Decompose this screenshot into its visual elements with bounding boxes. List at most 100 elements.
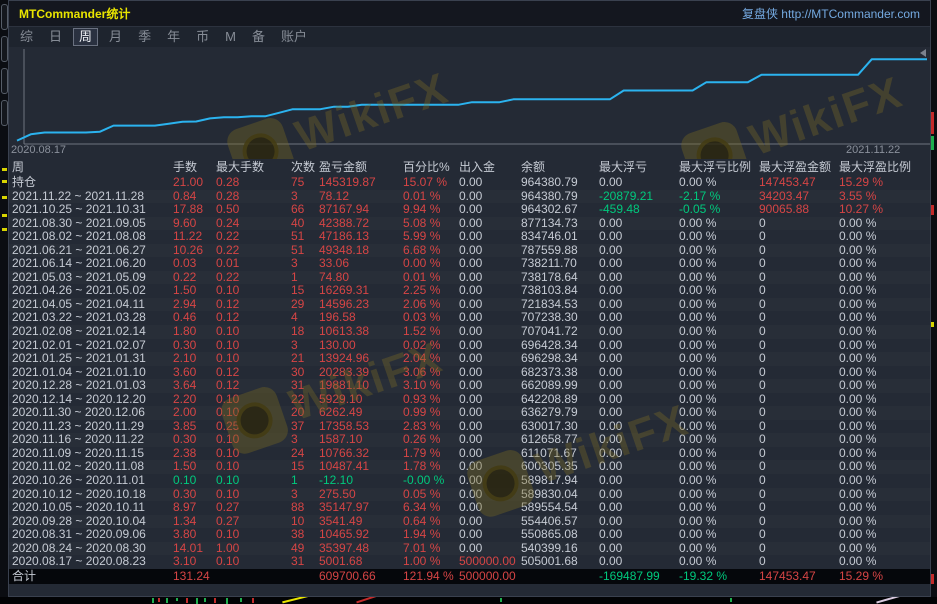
table-row[interactable]: 2020.09.28 ~ 2020.10.041.340.27103541.49… xyxy=(9,515,930,529)
table-cell: 145319.87 xyxy=(319,176,403,190)
table-cell: 0.00 % xyxy=(839,217,930,231)
table-row[interactable]: 2020.11.16 ~ 2020.11.220.300.1031587.100… xyxy=(9,433,930,447)
table-row[interactable]: 2020.12.14 ~ 2020.12.202.200.10225929.10… xyxy=(9,393,930,407)
header-cell: 最大浮盈比例 xyxy=(839,159,930,176)
table-row[interactable]: 2021.05.03 ~ 2021.05.090.220.22174.800.0… xyxy=(9,271,930,285)
menu-item-月[interactable]: 月 xyxy=(104,29,127,45)
table-cell: 3.80 xyxy=(173,528,216,542)
table-row[interactable]: 2021.11.22 ~ 2021.11.280.840.28378.120.0… xyxy=(9,190,930,204)
table-cell: 2021.08.02 ~ 2021.08.08 xyxy=(12,230,173,244)
table-row[interactable]: 2021.01.25 ~ 2021.01.312.100.102113924.9… xyxy=(9,352,930,366)
table-cell: 0.00 xyxy=(599,501,679,515)
menu-item-账户[interactable]: 账户 xyxy=(276,29,312,45)
table-cell: 51 xyxy=(291,244,319,258)
table-row[interactable]: 2020.08.24 ~ 2020.08.3014.011.004935397.… xyxy=(9,542,930,556)
x-axis-start-label: 2020.08.17 xyxy=(11,144,66,156)
table-cell: 0.10 xyxy=(216,433,291,447)
menu-item-M[interactable]: M xyxy=(220,29,241,45)
table-row[interactable]: 2020.11.23 ~ 2020.11.293.850.253717358.5… xyxy=(9,420,930,434)
table-row[interactable]: 2020.11.02 ~ 2020.11.081.500.101510487.4… xyxy=(9,460,930,474)
open-position-row[interactable]: 持仓21.000.2875145319.8715.07 %0.00964380.… xyxy=(9,176,930,190)
table-cell: 0 xyxy=(759,460,839,474)
table-row[interactable]: 2020.08.31 ~ 2020.09.063.800.103810465.9… xyxy=(9,528,930,542)
table-cell: 0.00 xyxy=(599,271,679,285)
table-cell: 3541.49 xyxy=(319,515,403,529)
table-cell: 0.00 xyxy=(599,298,679,312)
menu-item-周[interactable]: 周 xyxy=(73,28,98,46)
menu-item-年[interactable]: 年 xyxy=(162,29,185,45)
table-row[interactable]: 2021.02.01 ~ 2021.02.070.300.103130.000.… xyxy=(9,339,930,353)
table-cell: 2020.12.28 ~ 2021.01.03 xyxy=(12,379,173,393)
table-cell: 0.00 xyxy=(459,501,521,515)
table-cell: 0.30 xyxy=(173,339,216,353)
table-cell: 696298.34 xyxy=(521,352,599,366)
table-cell: 0.26 % xyxy=(403,433,459,447)
table-cell: 2021.03.22 ~ 2021.03.28 xyxy=(12,311,173,325)
table-cell: 0 xyxy=(759,298,839,312)
background-yellow-mark xyxy=(2,180,7,183)
scroll-left-arrow-icon[interactable] xyxy=(920,49,926,57)
table-row[interactable]: 2021.08.30 ~ 2021.09.059.600.244042388.7… xyxy=(9,217,930,231)
table-cell: 3.55 % xyxy=(839,190,930,204)
total-row[interactable]: 合计131.24609700.66121.94 %500000.00-16948… xyxy=(9,569,930,584)
table-cell: 0.00 xyxy=(459,366,521,380)
table-row[interactable]: 2020.10.26 ~ 2020.11.010.100.101-12.10-0… xyxy=(9,474,930,488)
table-row[interactable]: 2021.06.14 ~ 2021.06.200.030.01333.060.0… xyxy=(9,257,930,271)
table-cell: 0.00 % xyxy=(679,406,759,420)
table-cell: 0.00 xyxy=(459,284,521,298)
table-row[interactable]: 2021.03.22 ~ 2021.03.280.460.124196.580.… xyxy=(9,311,930,325)
table-row[interactable]: 2021.04.26 ~ 2021.05.021.500.101516269.3… xyxy=(9,284,930,298)
table-cell: 5.99 % xyxy=(403,230,459,244)
table-row[interactable]: 2021.06.21 ~ 2021.06.2710.260.225149348.… xyxy=(9,244,930,258)
table-cell: 15 xyxy=(291,460,319,474)
table-cell: 51 xyxy=(291,230,319,244)
table-cell: 6.68 % xyxy=(403,244,459,258)
table-row[interactable]: 2021.10.25 ~ 2021.10.3117.880.506687167.… xyxy=(9,203,930,217)
table-cell: 612658.77 xyxy=(521,433,599,447)
background-app-left-edge xyxy=(0,0,8,597)
table-row[interactable]: 2021.02.08 ~ 2021.02.141.800.101810613.3… xyxy=(9,325,930,339)
table-cell: 6.34 % xyxy=(403,501,459,515)
table-cell: 0 xyxy=(759,339,839,353)
table-cell: 196.58 xyxy=(319,311,403,325)
header-cell: 最大手数 xyxy=(216,159,291,176)
table-cell: 5001.68 xyxy=(319,555,403,569)
menu-item-备[interactable]: 备 xyxy=(247,29,270,45)
table-cell: 0 xyxy=(759,257,839,271)
table-cell: 0 xyxy=(759,352,839,366)
table-row[interactable]: 2021.08.02 ~ 2021.08.0811.220.225147186.… xyxy=(9,230,930,244)
table-cell: 0.00 xyxy=(599,528,679,542)
table-row[interactable]: 2021.01.04 ~ 2021.01.103.600.123020283.3… xyxy=(9,366,930,380)
table-cell: 1.79 % xyxy=(403,447,459,461)
table-cell: 0 xyxy=(759,488,839,502)
table-cell: 1 xyxy=(291,474,319,488)
table-cell: 0.00 % xyxy=(839,311,930,325)
table-cell: 2020.08.31 ~ 2020.09.06 xyxy=(12,528,173,542)
table-cell: 75 xyxy=(291,176,319,190)
table-row[interactable]: 2020.10.05 ~ 2020.10.118.970.278835147.9… xyxy=(9,501,930,515)
table-cell: 611071.67 xyxy=(521,447,599,461)
table-cell: 21.00 xyxy=(173,176,216,190)
table-row[interactable]: 2020.11.09 ~ 2020.11.152.380.102410766.3… xyxy=(9,447,930,461)
table-cell: 0.00 % xyxy=(839,230,930,244)
stats-window: MTCommander统计 复盘侠 http://MTCommander.com… xyxy=(8,0,931,597)
table-row[interactable]: 2021.04.05 ~ 2021.04.112.940.122914596.2… xyxy=(9,298,930,312)
brand-link[interactable]: 复盘侠 http://MTCommander.com xyxy=(742,5,920,22)
table-cell: 3.64 xyxy=(173,379,216,393)
table-cell: 0.24 xyxy=(216,217,291,231)
menu-item-综[interactable]: 综 xyxy=(15,29,38,45)
menu-item-日[interactable]: 日 xyxy=(44,29,67,45)
table-row[interactable]: 2020.10.12 ~ 2020.10.180.300.103275.500.… xyxy=(9,488,930,502)
table-cell: 0.00 xyxy=(459,420,521,434)
table-cell: 0.93 % xyxy=(403,393,459,407)
table-cell: 131.24 xyxy=(173,569,216,584)
table-cell: 0.00 xyxy=(459,176,521,190)
menu-item-季[interactable]: 季 xyxy=(133,29,156,45)
table-cell: 0.00 % xyxy=(679,474,759,488)
table-row[interactable]: 2020.08.17 ~ 2020.08.233.100.10315001.68… xyxy=(9,555,930,569)
table-row[interactable]: 2020.11.30 ~ 2020.12.062.000.10206262.49… xyxy=(9,406,930,420)
table-row[interactable]: 2020.12.28 ~ 2021.01.033.640.123119881.1… xyxy=(9,379,930,393)
menu-item-币[interactable]: 币 xyxy=(191,29,214,45)
header-cell: 百分比% xyxy=(403,159,459,176)
table-cell: 2.20 xyxy=(173,393,216,407)
